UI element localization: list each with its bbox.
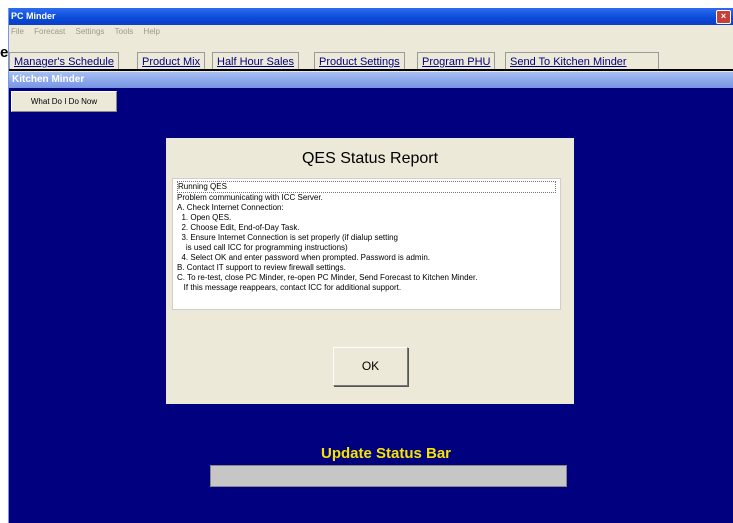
report-line: If this message reappears, contact ICC f… bbox=[177, 283, 402, 292]
report-line: 3. Ensure Internet Connection is set pro… bbox=[177, 233, 399, 242]
menu-tools[interactable]: Tools bbox=[115, 27, 134, 36]
report-line: Problem communicating with ICC Server. bbox=[177, 193, 323, 202]
window-title: PC Minder bbox=[11, 11, 56, 21]
dialog-title: QES Status Report bbox=[301, 150, 439, 167]
update-status-title: Update Status Bar bbox=[320, 445, 452, 462]
menu-file[interactable]: File bbox=[11, 27, 24, 36]
tab-divider bbox=[9, 69, 733, 71]
app-window: PC Minder × File Forecast Settings Tools… bbox=[8, 8, 733, 523]
report-line: 2. Choose Edit, End-of-Day Task. bbox=[177, 223, 300, 232]
status-report-dialog: QES Status Report Running QES Problem co… bbox=[166, 138, 574, 404]
report-line: is used call ICC for programming instruc… bbox=[177, 243, 348, 252]
status-report-text[interactable]: Running QES Problem communicating with I… bbox=[172, 178, 561, 310]
section-title: Kitchen Minder bbox=[12, 74, 85, 85]
ok-button[interactable]: OK bbox=[333, 347, 408, 386]
tab-strip: Manager's Schedule Product Mix Half Hour… bbox=[9, 39, 733, 72]
report-line: 1. Open QES. bbox=[177, 213, 232, 222]
report-line: Running QES bbox=[177, 181, 556, 193]
section-header: Kitchen Minder bbox=[9, 72, 733, 88]
report-line: B. Contact IT support to review firewall… bbox=[177, 263, 346, 272]
menu-forecast[interactable]: Forecast bbox=[34, 27, 65, 36]
update-status-progress-bar bbox=[210, 465, 567, 487]
menu-bar: File Forecast Settings Tools Help bbox=[9, 25, 733, 39]
report-line: 4. Select OK and enter password when pro… bbox=[177, 253, 431, 262]
what-do-i-do-now-button[interactable]: What Do I Do Now bbox=[11, 91, 117, 112]
title-bar: PC Minder × bbox=[9, 8, 733, 25]
menu-settings[interactable]: Settings bbox=[75, 27, 104, 36]
menu-help[interactable]: Help bbox=[144, 27, 160, 36]
report-line: C. To re-test, close PC Minder, re-open … bbox=[177, 273, 478, 282]
close-button[interactable]: × bbox=[716, 10, 731, 24]
report-line: A. Check Internet Connection: bbox=[177, 203, 284, 212]
